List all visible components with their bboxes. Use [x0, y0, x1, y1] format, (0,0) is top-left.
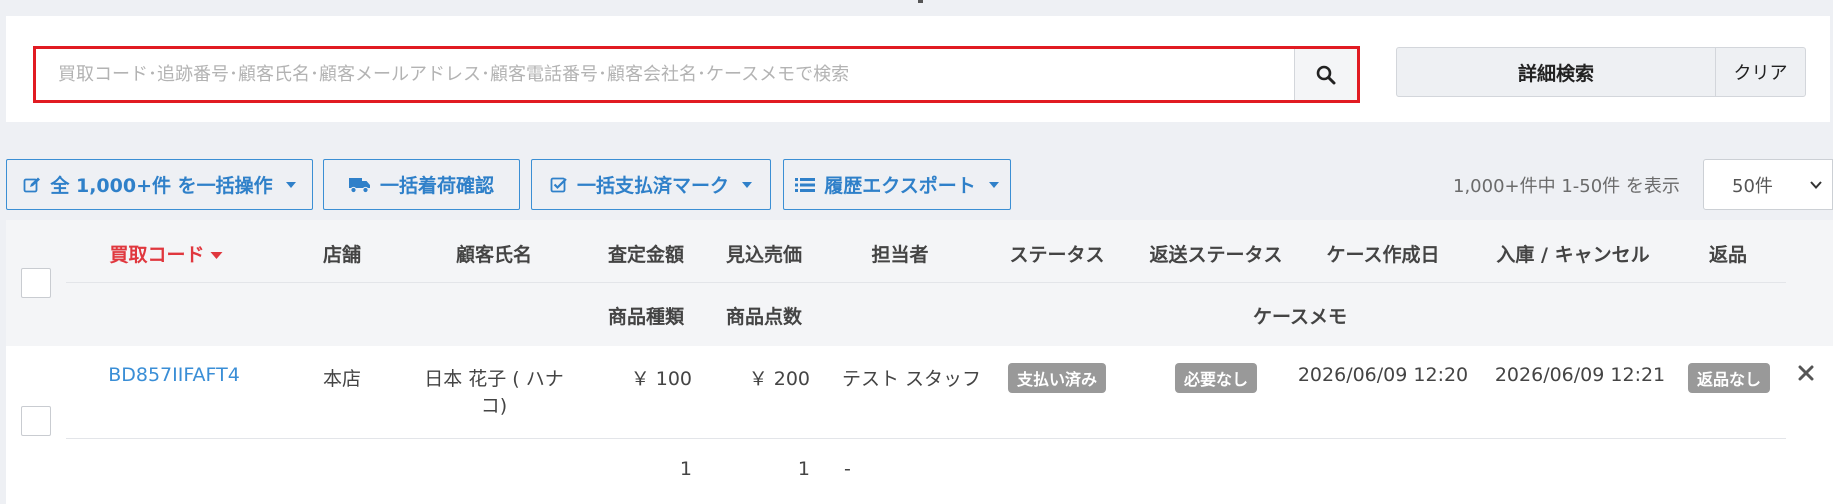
row-stock: 2026/06/09 12:21 — [1494, 364, 1666, 386]
header-created: ケース作成日 — [1326, 244, 1440, 266]
header-status: ステータス — [1009, 244, 1105, 266]
list-icon — [795, 177, 816, 192]
edit-icon — [23, 177, 41, 192]
per-page-value: 50件 — [1732, 175, 1773, 197]
chevron-down-icon — [988, 181, 999, 188]
chevron-down-icon — [285, 181, 296, 188]
header-store: 店舗 — [322, 244, 362, 266]
row-created: 2026/06/09 12:20 — [1297, 364, 1469, 386]
bulk-arrival-confirm-label: 一括着荷確認 — [379, 175, 494, 197]
search-button[interactable] — [1294, 49, 1357, 100]
header-memo: ケースメモ — [1252, 306, 1348, 328]
header-code-label: 買取コード — [109, 244, 205, 266]
row-item-count: 1 — [797, 458, 810, 480]
select-all-checkbox[interactable] — [21, 268, 51, 298]
bulk-paid-mark-button[interactable]: 一括支払済マーク — [531, 159, 771, 210]
header-divider — [66, 282, 1786, 283]
header-returned: 返品 — [1708, 244, 1748, 266]
close-icon — [1798, 365, 1814, 381]
row-customer-line2: コ) — [480, 395, 508, 417]
header-staff: 担当者 — [871, 244, 929, 266]
row-assessed: ￥ 100 — [630, 368, 692, 390]
search-icon — [1316, 65, 1336, 84]
sort-desc-icon — [210, 252, 223, 259]
row-item-types: 1 — [679, 458, 692, 480]
check-square-icon — [550, 177, 567, 192]
detail-search-button[interactable]: 詳細検索 — [1397, 48, 1715, 96]
per-page-select[interactable]: 50件 — [1703, 159, 1833, 210]
bulk-action-all-label: 全 1,000+件 を一括操作 — [50, 175, 273, 197]
return-status-badge: 必要なし — [1174, 363, 1258, 393]
search-box — [33, 46, 1360, 103]
row-customer-line1: 日本 花子 ( ハナ — [424, 368, 564, 390]
header-assessed: 査定金額 — [607, 244, 685, 266]
result-count-text: 1,000+件中 1-50件 を表示 — [1453, 176, 1680, 197]
chevron-down-icon — [1810, 181, 1822, 189]
history-export-label: 履歴エクスポート — [824, 175, 976, 197]
remove-row-button[interactable] — [1798, 365, 1814, 385]
header-code[interactable]: 買取コード — [109, 240, 223, 267]
row-expected: ￥ 200 — [748, 368, 810, 390]
header-stock: 入庫 / キャンセル — [1496, 244, 1650, 266]
row-divider — [66, 438, 1786, 439]
header-customer: 顧客氏名 — [455, 244, 533, 266]
bulk-paid-mark-label: 一括支払済マーク — [576, 175, 729, 197]
bulk-arrival-confirm-button[interactable]: 一括着荷確認 — [323, 159, 520, 210]
returned-badge: 返品なし — [1687, 363, 1771, 393]
header-item-count: 商品点数 — [725, 306, 803, 328]
header-expected: 見込売価 — [725, 244, 803, 266]
detail-search-group: 詳細検索 クリア — [1396, 47, 1806, 97]
bulk-action-all-button[interactable]: 全 1,000+件 を一括操作 — [6, 159, 313, 210]
chevron-down-icon — [742, 181, 752, 188]
row-checkbox[interactable] — [21, 406, 51, 436]
row-code-link[interactable]: BD857IIFAFT4 — [108, 364, 240, 386]
top-marker — [918, 0, 923, 3]
row-store: 本店 — [322, 368, 362, 390]
history-export-button[interactable]: 履歴エクスポート — [783, 159, 1011, 210]
search-input[interactable] — [36, 49, 1294, 100]
status-badge: 支払い済み — [1007, 363, 1107, 393]
clear-button[interactable]: クリア — [1715, 48, 1805, 96]
purchase-table: 買取コード 店舗 顧客氏名 査定金額 見込売価 担当者 ステータス 返送ステータ… — [6, 220, 1833, 504]
truck-icon — [348, 177, 370, 193]
row-memo: - — [844, 458, 851, 480]
search-panel: 詳細検索 クリア — [6, 16, 1830, 122]
row-staff: テスト スタッフ — [842, 368, 982, 390]
header-return-status: 返送ステータス — [1149, 244, 1283, 266]
header-item-types: 商品種類 — [607, 306, 685, 328]
table-header: 買取コード 店舗 顧客氏名 査定金額 見込売価 担当者 ステータス 返送ステータ… — [6, 220, 1833, 346]
